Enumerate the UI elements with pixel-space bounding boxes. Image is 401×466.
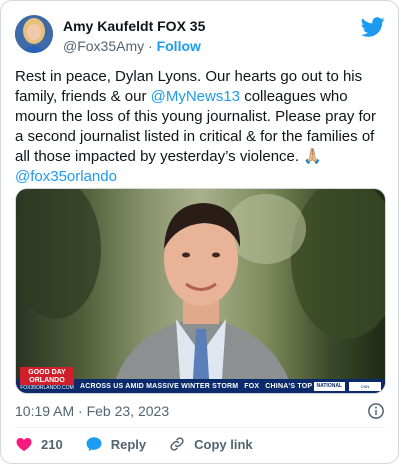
badge-url: FOX35ORLANDO.COM xyxy=(20,385,74,391)
follow-button[interactable]: Follow xyxy=(157,38,201,54)
heart-icon xyxy=(16,438,32,452)
author-display-name[interactable]: Amy Kaufeldt FOX 35 xyxy=(63,17,205,35)
info-icon[interactable] xyxy=(367,402,385,420)
cnn-newsource-logo: CNN NEWSOURCE xyxy=(349,382,381,391)
link-icon xyxy=(170,437,184,451)
like-count: 210 xyxy=(41,436,63,452)
badge-line2: ORLANDO xyxy=(29,377,65,384)
ticker-network: FOX xyxy=(244,382,260,390)
tweet-text: Rest in peace, Dylan Lyons. Our hearts g… xyxy=(15,67,385,187)
badge-line1: GOOD DAY xyxy=(28,369,66,376)
tweet-media-image[interactable]: ACROSS US AMID MASSIVE WINTER STORM FOX … xyxy=(15,188,386,394)
reply-button[interactable]: Reply xyxy=(85,435,146,453)
like-button[interactable]: 210 xyxy=(15,435,63,453)
national-badge: NATIONAL xyxy=(313,382,345,391)
author-handle[interactable]: @Fox35Amy xyxy=(63,38,144,54)
avatar[interactable] xyxy=(15,15,53,53)
tweet-header: Amy Kaufeldt FOX 35 @Fox35Amy · Follow xyxy=(15,15,385,55)
reporter-portrait xyxy=(16,189,385,393)
author-names: Amy Kaufeldt FOX 35 @Fox35Amy · Follow xyxy=(63,17,205,55)
timestamp-row: 10:19 AM · Feb 23, 2023 xyxy=(15,402,385,420)
mention-mynews13[interactable]: @MyNews13 xyxy=(151,88,240,105)
mention-fox35orlando[interactable]: @fox35orlando xyxy=(15,168,117,185)
divider xyxy=(15,427,385,428)
ticker-text: ACROSS US AMID MASSIVE WINTER STORM xyxy=(80,382,239,390)
tweet-actions: 210 Reply Copy link xyxy=(15,434,275,454)
tweet-card: Amy Kaufeldt FOX 35 @Fox35Amy · Follow R… xyxy=(0,0,399,464)
twitter-bird-icon[interactable] xyxy=(361,15,385,39)
copy-link-button[interactable]: Copy link xyxy=(168,435,253,453)
reply-icon xyxy=(86,437,102,452)
tweet-timestamp[interactable]: 10:19 AM · Feb 23, 2023 xyxy=(15,403,169,419)
copy-link-label: Copy link xyxy=(194,436,253,452)
separator-dot: · xyxy=(148,38,153,54)
ticker-text-2: CHINA'S TOP xyxy=(265,382,313,390)
reply-label: Reply xyxy=(110,436,147,452)
author-handle-row: @Fox35Amy · Follow xyxy=(63,37,205,55)
